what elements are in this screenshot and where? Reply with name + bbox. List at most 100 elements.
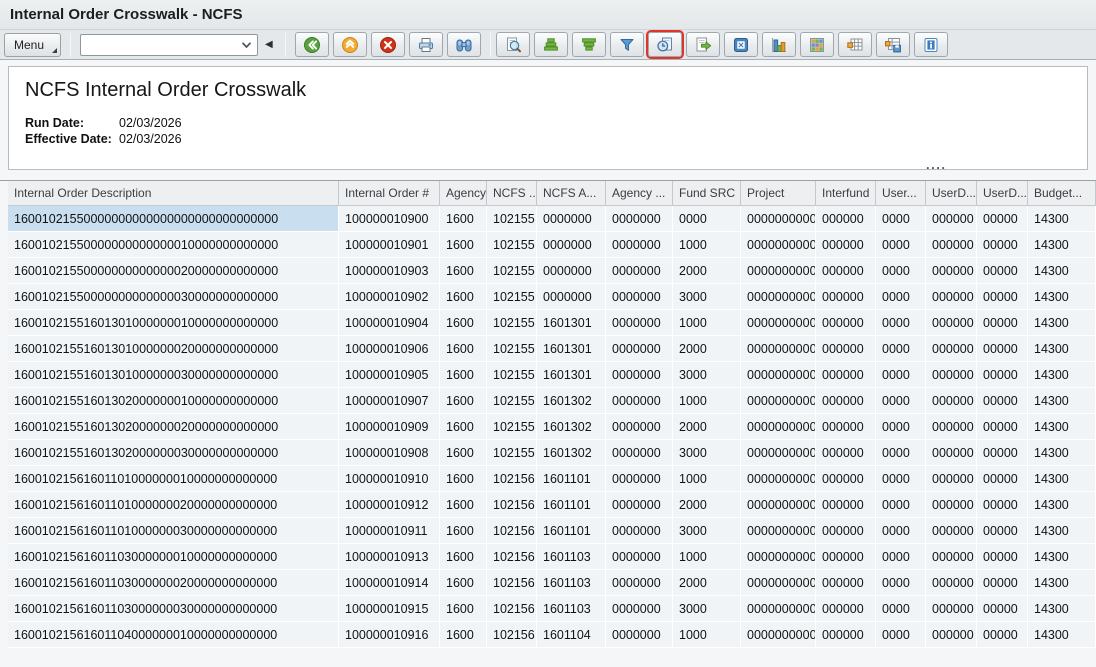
table-cell[interactable]: 0000000 (606, 362, 673, 388)
table-cell[interactable]: 14300 (1028, 362, 1096, 388)
table-cell[interactable]: 000000 (816, 466, 876, 492)
table-cell[interactable]: 1601301 (537, 336, 606, 362)
table-cell[interactable]: 2000 (673, 570, 741, 596)
table-cell[interactable]: 14300 (1028, 336, 1096, 362)
table-cell[interactable]: 00000 (977, 544, 1028, 570)
table-cell[interactable]: 0000 (876, 440, 926, 466)
table-cell[interactable]: 00000 (977, 492, 1028, 518)
table-cell[interactable]: 16001021561601101000000030000000000000 (8, 518, 339, 544)
command-combobox[interactable] (80, 34, 258, 56)
table-cell[interactable]: 0000 (876, 544, 926, 570)
table-cell[interactable]: 0000 (876, 414, 926, 440)
table-cell[interactable]: 102156 (487, 622, 537, 648)
table-cell[interactable]: 0000000000 (741, 310, 816, 336)
table-cell[interactable]: 102155 (487, 258, 537, 284)
column-header[interactable]: Agency (440, 181, 487, 206)
column-header[interactable]: Interfund (816, 181, 876, 206)
table-cell[interactable]: 100000010914 (339, 570, 440, 596)
table-cell[interactable]: 100000010909 (339, 414, 440, 440)
table-cell[interactable]: 0000000 (537, 206, 606, 232)
table-cell[interactable]: 100000010913 (339, 544, 440, 570)
table-cell[interactable]: 0000 (876, 570, 926, 596)
table-cell[interactable]: 000000 (926, 284, 977, 310)
table-cell[interactable]: 000000 (816, 284, 876, 310)
table-cell[interactable]: 000000 (816, 596, 876, 622)
table-cell[interactable]: 100000010915 (339, 596, 440, 622)
table-cell[interactable]: 000000 (816, 258, 876, 284)
table-cell[interactable]: 0000 (876, 622, 926, 648)
table-cell[interactable]: 000000 (926, 258, 977, 284)
table-cell[interactable]: 1600 (440, 388, 487, 414)
table-cell[interactable]: 00000 (977, 570, 1028, 596)
table-cell[interactable]: 1600 (440, 518, 487, 544)
table-cell[interactable]: 14300 (1028, 206, 1096, 232)
table-cell[interactable]: 000000 (926, 336, 977, 362)
table-cell[interactable]: 000000 (816, 336, 876, 362)
table-cell[interactable]: 000000 (926, 232, 977, 258)
table-cell[interactable]: 00000 (977, 388, 1028, 414)
table-cell[interactable]: 16001021561601103000000030000000000000 (8, 596, 339, 622)
table-cell[interactable]: 1601101 (537, 492, 606, 518)
table-cell[interactable]: 0000000 (606, 284, 673, 310)
table-cell[interactable]: 0000000000 (741, 596, 816, 622)
column-header[interactable]: Fund SRC (673, 181, 741, 206)
table-cell[interactable]: 1601302 (537, 440, 606, 466)
table-cell[interactable]: 0000000000 (741, 258, 816, 284)
table-cell[interactable]: 0000000000 (741, 466, 816, 492)
table-cell[interactable]: 0000000 (606, 414, 673, 440)
table-cell[interactable]: 1000 (673, 232, 741, 258)
table-cell[interactable]: 16001021551601301000000020000000000000 (8, 336, 339, 362)
table-cell[interactable]: 14300 (1028, 388, 1096, 414)
table-cell[interactable]: 000000 (926, 492, 977, 518)
table-cell[interactable]: 102155 (487, 284, 537, 310)
table-cell[interactable]: 16001021550000000000000030000000000000 (8, 284, 339, 310)
table-cell[interactable]: 1000 (673, 622, 741, 648)
table-cell[interactable]: 1600 (440, 466, 487, 492)
table-cell[interactable]: 000000 (926, 596, 977, 622)
table-cell[interactable]: 16001021561601104000000010000000000000 (8, 622, 339, 648)
table-cell[interactable]: 14300 (1028, 414, 1096, 440)
table-cell[interactable]: 1000 (673, 388, 741, 414)
table-cell[interactable]: 00000 (977, 440, 1028, 466)
table-cell[interactable]: 100000010911 (339, 518, 440, 544)
table-cell[interactable]: 16001021561601101000000010000000000000 (8, 466, 339, 492)
table-cell[interactable]: 0000000 (606, 440, 673, 466)
table-cell[interactable]: 1600 (440, 310, 487, 336)
table-cell[interactable]: 14300 (1028, 310, 1096, 336)
table-cell[interactable]: 102156 (487, 596, 537, 622)
save-layout-button[interactable] (876, 32, 910, 57)
change-layout-button[interactable] (838, 32, 872, 57)
column-header[interactable]: Budget... (1028, 181, 1096, 206)
table-cell[interactable]: 0000000 (606, 206, 673, 232)
column-header[interactable]: UserD... (926, 181, 977, 206)
table-cell[interactable]: 1600 (440, 258, 487, 284)
table-cell[interactable]: 16001021550000000000000000000000000000 (8, 206, 339, 232)
details-button[interactable] (496, 32, 530, 57)
table-cell[interactable]: 0000000000 (741, 362, 816, 388)
table-cell[interactable]: 000000 (926, 362, 977, 388)
table-cell[interactable]: 00000 (977, 336, 1028, 362)
table-cell[interactable]: 102155 (487, 414, 537, 440)
table-cell[interactable]: 0000 (876, 596, 926, 622)
table-cell[interactable]: 000000 (926, 414, 977, 440)
table-cell[interactable]: 000000 (816, 440, 876, 466)
table-cell[interactable]: 00000 (977, 284, 1028, 310)
table-cell[interactable]: 0000 (876, 206, 926, 232)
table-cell[interactable]: 16001021551601302000000020000000000000 (8, 414, 339, 440)
table-cell[interactable]: 0000 (673, 206, 741, 232)
table-cell[interactable]: 3000 (673, 284, 741, 310)
table-cell[interactable]: 1601302 (537, 388, 606, 414)
table-cell[interactable]: 102156 (487, 492, 537, 518)
graphic-button[interactable] (762, 32, 796, 57)
table-cell[interactable]: 0000000 (606, 518, 673, 544)
table-cell[interactable]: 00000 (977, 232, 1028, 258)
exit-button[interactable] (333, 32, 367, 57)
table-cell[interactable]: 2000 (673, 414, 741, 440)
back-button[interactable] (295, 32, 329, 57)
table-cell[interactable]: 1600 (440, 232, 487, 258)
table-cell[interactable]: 000000 (926, 388, 977, 414)
table-cell[interactable]: 16001021561601103000000020000000000000 (8, 570, 339, 596)
table-cell[interactable]: 14300 (1028, 232, 1096, 258)
sort-descending-button[interactable] (572, 32, 606, 57)
table-cell[interactable]: 0000 (876, 258, 926, 284)
